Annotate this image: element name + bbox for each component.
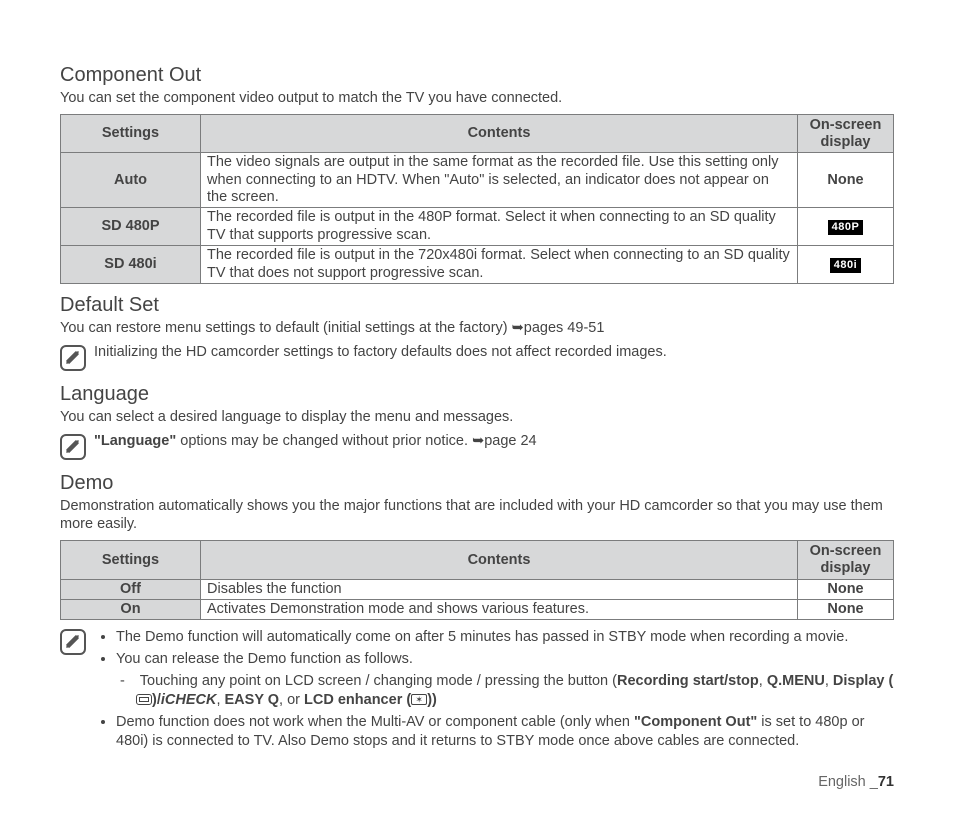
list-text: You can release the Demo function as fol… (116, 651, 413, 667)
table-row: On Activates Demonstration mode and show… (61, 600, 894, 620)
th-osd: On-screen display (798, 114, 894, 152)
th-contents: Contents (201, 541, 798, 579)
note-bold: "Language" (94, 433, 176, 449)
intro-component-out: You can set the component video output t… (60, 89, 894, 108)
note-default-set: Initializing the HD camcorder settings t… (60, 344, 894, 371)
cell-osd: None (798, 153, 894, 208)
th-osd: On-screen display (798, 541, 894, 579)
page-footer: English _71 (60, 774, 894, 790)
intro-text: You can restore menu settings to default… (60, 320, 512, 336)
cell-osd: None (798, 600, 894, 620)
footer-page: 71 (878, 774, 894, 790)
cell-content: Activates Demonstration mode and shows v… (201, 600, 798, 620)
note-rest: options may be changed without prior not… (176, 433, 472, 449)
text-span: , or (279, 692, 304, 708)
footer-sep: _ (870, 774, 878, 790)
table-header-row: Settings Contents On-screen display (61, 114, 894, 152)
cell-setting: SD 480i (61, 246, 201, 284)
heading-language: Language (60, 383, 894, 406)
list-item: Demo function does not work when the Mul… (116, 713, 894, 752)
list-item: You can release the Demo function as fol… (116, 650, 894, 711)
italic-span: iCHECK (161, 692, 217, 708)
page-ref: ➥page 24 (472, 433, 537, 449)
note-list-demo: The Demo function will automatically com… (94, 628, 894, 753)
heading-component-out: Component Out (60, 64, 894, 87)
bold-span: )/ (152, 692, 161, 708)
table-row: Auto The video signals are output in the… (61, 153, 894, 208)
osd-badge-480i: 480i (830, 258, 861, 273)
cell-osd: None (798, 579, 894, 599)
note-demo: The Demo function will automatically com… (60, 628, 894, 753)
list-item: Touching any point on LCD screen / chang… (136, 672, 894, 711)
text-span: Demo function does not work when the Mul… (116, 714, 634, 730)
table-row: SD 480P The recorded file is output in t… (61, 208, 894, 246)
list-item: The Demo function will automatically com… (116, 628, 894, 648)
section-demo: Demo Demonstration automatically shows y… (60, 472, 894, 754)
osd-badge-480p: 480P (828, 220, 864, 235)
text-span: Touching any point on LCD screen / chang… (140, 673, 617, 689)
note-icon (60, 629, 86, 655)
th-settings: Settings (61, 541, 201, 579)
table-header-row: Settings Contents On-screen display (61, 541, 894, 579)
cell-setting: SD 480P (61, 208, 201, 246)
cell-setting: On (61, 600, 201, 620)
table-row: SD 480i The recorded file is output in t… (61, 246, 894, 284)
note-icon (60, 345, 86, 371)
th-contents: Contents (201, 114, 798, 152)
table-row: Off Disables the function None (61, 579, 894, 599)
cell-osd: 480i (798, 246, 894, 284)
lcd-enhancer-icon (411, 694, 427, 705)
bold-span: )) (427, 692, 437, 708)
bold-span: Recording start/stop (617, 673, 759, 689)
cell-content: The recorded file is output in the 480P … (201, 208, 798, 246)
cell-setting: Auto (61, 153, 201, 208)
intro-language: You can select a desired language to dis… (60, 408, 894, 427)
page-ref: ➥pages 49-51 (512, 320, 605, 336)
note-language: "Language" options may be changed withou… (60, 433, 894, 460)
note-icon (60, 434, 86, 460)
intro-demo: Demonstration automatically shows you th… (60, 497, 894, 535)
note-text: "Language" options may be changed withou… (94, 433, 537, 449)
display-icon (136, 694, 152, 705)
heading-default-set: Default Set (60, 294, 894, 317)
bold-span: LCD enhancer ( (304, 692, 411, 708)
table-demo: Settings Contents On-screen display Off … (60, 540, 894, 620)
section-language: Language You can select a desired langua… (60, 383, 894, 460)
bold-span: Q.MENU (767, 673, 825, 689)
cell-content: The recorded file is output in the 720x4… (201, 246, 798, 284)
cell-osd: 480P (798, 208, 894, 246)
section-component-out: Component Out You can set the component … (60, 64, 894, 284)
footer-lang: English (818, 774, 870, 790)
intro-default-set: You can restore menu settings to default… (60, 319, 894, 338)
cell-content: The video signals are output in the same… (201, 153, 798, 208)
table-component-out: Settings Contents On-screen display Auto… (60, 114, 894, 284)
heading-demo: Demo (60, 472, 894, 495)
cell-content: Disables the function (201, 579, 798, 599)
bold-span: "Component Out" (634, 714, 757, 730)
note-text: Initializing the HD camcorder settings t… (94, 344, 667, 360)
bold-span: Display ( (833, 673, 893, 689)
section-default-set: Default Set You can restore menu setting… (60, 294, 894, 371)
th-settings: Settings (61, 114, 201, 152)
cell-setting: Off (61, 579, 201, 599)
bold-span: EASY Q (225, 692, 280, 708)
